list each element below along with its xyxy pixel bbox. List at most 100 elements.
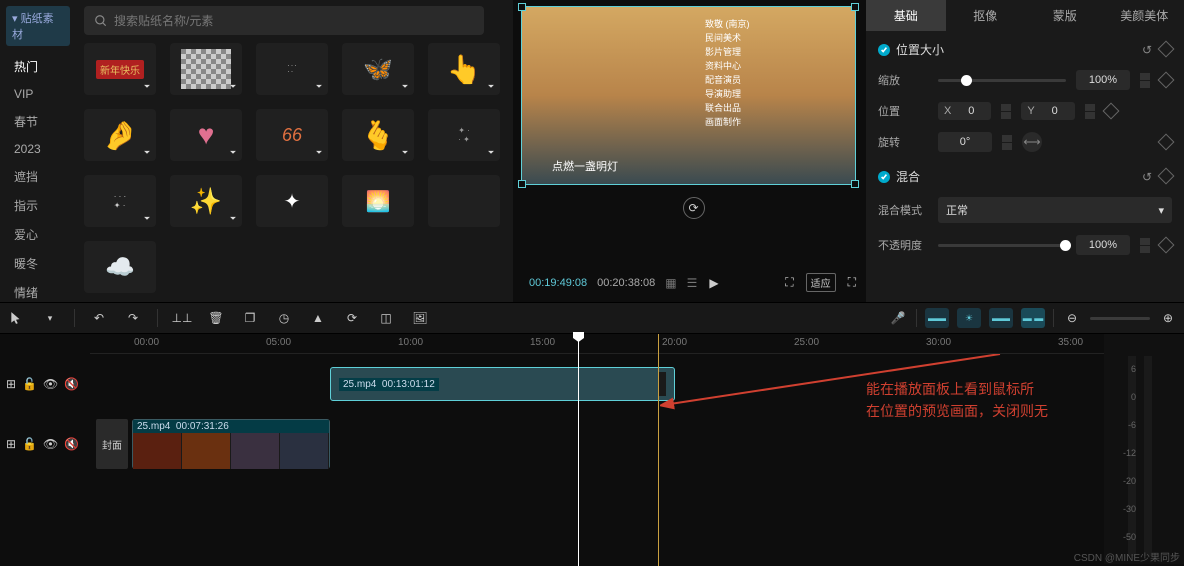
keyframe-icon[interactable]: [1158, 40, 1175, 57]
sticker-item[interactable]: ♥: [170, 109, 242, 161]
check-icon[interactable]: [878, 44, 890, 56]
keyframe-icon[interactable]: [1158, 134, 1175, 151]
download-icon[interactable]: [312, 79, 326, 93]
download-icon[interactable]: [312, 145, 326, 159]
copy-tool[interactable]: ❐: [240, 308, 260, 328]
list-icon[interactable]: ☰: [687, 276, 698, 290]
opacity-slider[interactable]: [938, 244, 1066, 247]
split-tool[interactable]: ⊥⊥: [172, 308, 192, 328]
keyframe-icon[interactable]: [1102, 103, 1119, 120]
sticker-item[interactable]: [170, 43, 242, 95]
crop-tool[interactable]: ◫: [376, 308, 396, 328]
track-btn-3[interactable]: ▬▬: [989, 308, 1013, 328]
sticker-item[interactable]: 🦋: [342, 43, 414, 95]
lock-icon[interactable]: 🔓: [22, 437, 37, 451]
download-icon[interactable]: [140, 145, 154, 159]
cat-heart[interactable]: 爱心: [6, 220, 70, 249]
sticker-item[interactable]: 66: [256, 109, 328, 161]
cat-mask[interactable]: 遮挡: [6, 162, 70, 191]
cursor-tool[interactable]: [6, 308, 26, 328]
eye-icon[interactable]: 👁: [43, 377, 58, 391]
download-icon[interactable]: [398, 145, 412, 159]
download-icon[interactable]: [484, 145, 498, 159]
download-icon[interactable]: [140, 211, 154, 225]
playhead[interactable]: [578, 334, 579, 566]
crop-icon[interactable]: ⛶: [783, 273, 795, 292]
sticker-item[interactable]: ☁️: [84, 241, 156, 293]
speed-tool[interactable]: ◷: [274, 308, 294, 328]
sticker-item[interactable]: 新年快乐: [84, 43, 156, 95]
sticker-item[interactable]: ✦ ·· ✦: [428, 109, 500, 161]
search-input[interactable]: 搜索贴纸名称/元素: [84, 6, 484, 35]
cat-indicate[interactable]: 指示: [6, 191, 70, 220]
eye-icon[interactable]: 👁: [43, 437, 58, 451]
add-track-icon[interactable]: ⊞: [6, 377, 16, 391]
download-icon[interactable]: [226, 145, 240, 159]
tab-basic[interactable]: 基础: [866, 0, 946, 31]
cat-warm[interactable]: 暖冬: [6, 249, 70, 278]
play-button[interactable]: ▶: [707, 274, 720, 292]
keyframe-icon[interactable]: [1158, 237, 1175, 254]
sticker-item[interactable]: · · ·· ·: [256, 43, 328, 95]
reset-icon[interactable]: ↺: [1142, 43, 1152, 57]
rotation-value[interactable]: 0°: [938, 132, 992, 152]
mic-icon[interactable]: 🎤: [888, 308, 908, 328]
blend-mode-select[interactable]: 正常▾: [938, 197, 1172, 223]
mute-icon[interactable]: 🔇: [64, 437, 79, 451]
sticker-item[interactable]: ✨: [170, 175, 242, 227]
pos-y-input[interactable]: Y: [1021, 102, 1074, 120]
download-icon[interactable]: [226, 79, 240, 93]
tab-beauty[interactable]: 美颜美体: [1105, 0, 1184, 31]
scale-slider[interactable]: [938, 79, 1066, 82]
sticker-item[interactable]: 🤌: [84, 109, 156, 161]
fullscreen-icon[interactable]: ⛶: [846, 273, 858, 292]
download-icon[interactable]: [484, 79, 498, 93]
delete-tool[interactable]: 🗑: [206, 308, 226, 328]
download-icon[interactable]: [226, 211, 240, 225]
cover-button[interactable]: 封面: [96, 419, 128, 469]
zoom-out-icon[interactable]: ⊖: [1062, 308, 1082, 328]
download-icon[interactable]: [398, 79, 412, 93]
check-icon[interactable]: [878, 171, 890, 183]
video-track-1[interactable]: ⊞ 🔓 👁 🔇 封面 25.mp4 00:07:31:26: [0, 414, 1184, 474]
track-btn-preview[interactable]: ▬ ▬: [1021, 308, 1045, 328]
download-icon[interactable]: [140, 79, 154, 93]
cat-2023[interactable]: 2023: [6, 136, 70, 162]
video-preview[interactable]: 致敬 (南京) 民间美术 影片管理 资料中心 配音演员 导演助理 联合出品 画面…: [521, 6, 856, 185]
cat-vip[interactable]: VIP: [6, 81, 70, 107]
video-clip-1[interactable]: 25.mp4 00:13:01:12: [330, 367, 675, 401]
keyframe-icon[interactable]: [1158, 72, 1175, 89]
zoom-slider[interactable]: [1090, 317, 1150, 320]
pos-x-input[interactable]: X: [938, 102, 991, 120]
sticker-item[interactable]: 🫰: [342, 109, 414, 161]
tab-cutout[interactable]: 抠像: [946, 0, 1026, 31]
tool-dropdown[interactable]: ▾: [40, 308, 60, 328]
flip-icon[interactable]: ⟷: [1022, 132, 1042, 152]
image-tool[interactable]: 🖼: [410, 308, 430, 328]
opacity-value[interactable]: 100%: [1076, 235, 1130, 255]
track-btn-1[interactable]: ▬▬: [925, 308, 949, 328]
sticker-item[interactable]: ✦: [256, 175, 328, 227]
grid-icon[interactable]: ▦: [665, 276, 676, 290]
mute-icon[interactable]: 🔇: [64, 377, 79, 391]
undo-button[interactable]: ↶: [89, 308, 109, 328]
video-clip-2[interactable]: 25.mp4 00:07:31:26: [132, 419, 330, 469]
cat-spring[interactable]: 春节: [6, 107, 70, 136]
refresh-icon[interactable]: ⟳: [683, 197, 705, 219]
lock-icon[interactable]: 🔓: [22, 377, 37, 391]
scale-value[interactable]: 100%: [1076, 70, 1130, 90]
tab-mask[interactable]: 蒙版: [1025, 0, 1105, 31]
add-track-icon[interactable]: ⊞: [6, 437, 16, 451]
sticker-item[interactable]: · · ·✦ ·: [84, 175, 156, 227]
sticker-item[interactable]: [428, 175, 500, 227]
zoom-in-icon[interactable]: ⊕: [1158, 308, 1178, 328]
reset-icon[interactable]: ↺: [1142, 170, 1152, 184]
rotate-tool[interactable]: ⟳: [342, 308, 362, 328]
cat-hot[interactable]: 热门: [6, 52, 70, 81]
sticker-category-dropdown[interactable]: ▾ 贴纸素材: [6, 6, 70, 46]
redo-button[interactable]: ↷: [123, 308, 143, 328]
fit-button[interactable]: 适应: [806, 273, 836, 292]
keyframe-icon[interactable]: [1158, 167, 1175, 184]
sticker-item[interactable]: 👆: [428, 43, 500, 95]
sticker-item[interactable]: 🌅: [342, 175, 414, 227]
